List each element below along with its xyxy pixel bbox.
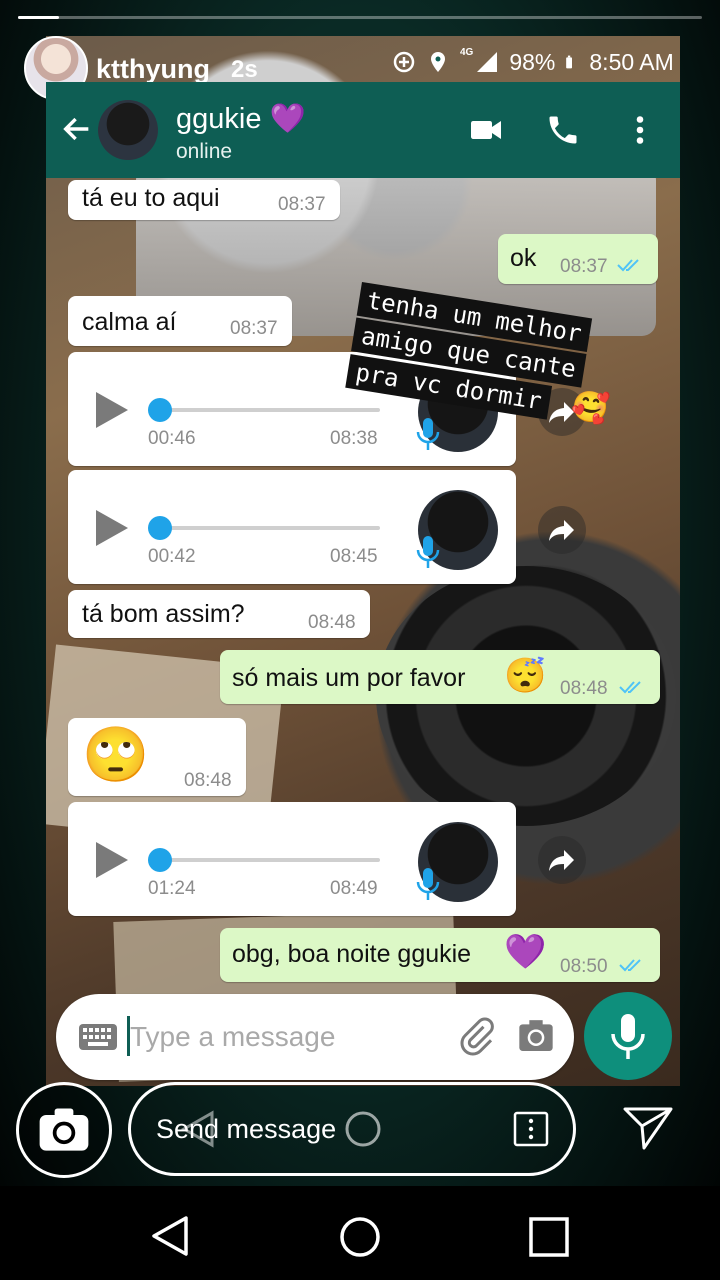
attach-icon[interactable] [456,1016,496,1056]
network-type: 4G [460,47,474,58]
more-options-icon[interactable] [622,112,658,148]
sleeping-emoji: 😴 [504,657,547,695]
message-time: 08:37 [278,194,326,215]
story-progress-bar [18,16,702,19]
battery-percent: 98% [509,48,556,75]
contact-name-text: ggukie [176,103,262,135]
message-text: tá bom assim? [82,600,245,628]
signal-icon [477,52,498,72]
voice-message[interactable]: 01:24 08:49 [68,802,516,916]
read-receipt-icon [619,681,641,694]
message-incoming[interactable]: tá eu to aqui 08:37 [68,180,340,220]
more-options-icon[interactable] [512,1110,550,1148]
message-text: calma aí [82,308,177,336]
voice-progress-handle[interactable] [148,398,172,422]
voice-progress-track[interactable] [148,526,380,530]
message-outgoing[interactable]: só mais um por favor 😴 08:48 [220,650,660,704]
read-receipt-icon [617,259,639,272]
message-incoming[interactable]: 🙄 08:48 [68,718,246,796]
message-time: 08:50 [560,956,608,977]
story-reply-placeholder: Send message [156,1114,337,1144]
story-progress-fill [18,16,60,19]
voice-progress-handle[interactable] [148,516,172,540]
video-call-icon[interactable] [468,112,504,148]
purple-heart-emoji: 💜 [269,103,306,135]
camera-icon[interactable] [516,1016,556,1056]
read-receipt-icon [619,959,641,972]
message-time: 08:37 [560,256,608,277]
voice-progress-handle[interactable] [148,848,172,872]
status-bar: 4G 98% 8:50 AM [392,47,674,77]
voice-duration: 00:42 [148,546,196,567]
mic-icon [416,418,440,450]
keyboard-icon[interactable] [78,1022,118,1052]
data-saver-icon [393,51,415,73]
message-time: 08:49 [330,878,378,899]
camera-icon [39,1108,89,1151]
status-clock: 8:50 AM [589,48,674,75]
message-time: 08:37 [230,318,278,339]
sticker-emoji: 🥰 [568,387,612,428]
mic-icon [611,1014,645,1059]
nav-recents-icon[interactable] [528,1216,570,1258]
voice-progress-track[interactable] [148,858,380,862]
story-username[interactable]: ktthyung [96,54,210,85]
message-time: 08:48 [308,612,356,633]
message-incoming[interactable]: tá bom assim? 08:48 [68,590,370,638]
message-text: ok [510,244,537,272]
forward-icon[interactable] [538,836,586,884]
message-time: 08:48 [560,678,608,699]
contact-name[interactable]: ggukie 💜 [176,102,306,136]
message-text: tá eu to aqui [82,184,220,212]
phone-call-icon[interactable] [545,112,581,148]
send-icon[interactable] [622,1104,674,1152]
message-input[interactable]: Type a message [130,1021,335,1053]
eye-roll-emoji: 🙄 [82,725,150,785]
message-text: só mais um por favor [232,664,466,692]
message-time: 08:38 [330,428,378,449]
mic-icon [416,536,440,568]
nav-back-icon[interactable] [150,1214,190,1258]
nav-home-icon[interactable] [338,1215,382,1259]
play-icon[interactable] [96,392,128,428]
voice-progress-track[interactable] [148,408,380,412]
mic-icon [416,868,440,900]
story-camera-button[interactable] [16,1082,112,1178]
story-time: 2s [231,56,258,83]
message-incoming[interactable]: calma aí 08:37 [68,296,292,346]
forward-icon[interactable] [538,506,586,554]
purple-heart-emoji: 💜 [504,933,547,971]
battery-icon [566,55,573,69]
contact-avatar[interactable] [98,100,158,160]
voice-duration: 00:46 [148,428,196,449]
message-outgoing[interactable]: obg, boa noite ggukie 💜 08:50 [220,928,660,982]
message-time: 08:45 [330,546,378,567]
location-icon [431,52,445,72]
message-time: 08:48 [184,770,232,791]
voice-duration: 01:24 [148,878,196,899]
voice-message[interactable]: 00:42 08:45 [68,470,516,584]
contact-status: online [176,140,233,163]
play-icon[interactable] [96,842,128,878]
back-arrow-icon[interactable] [60,112,94,146]
nav-home-ghost-icon [345,1111,381,1147]
message-outgoing[interactable]: ok 08:37 [498,234,658,284]
message-text: obg, boa noite ggukie [232,940,472,968]
play-icon[interactable] [96,510,128,546]
record-voice-button[interactable] [584,992,672,1080]
